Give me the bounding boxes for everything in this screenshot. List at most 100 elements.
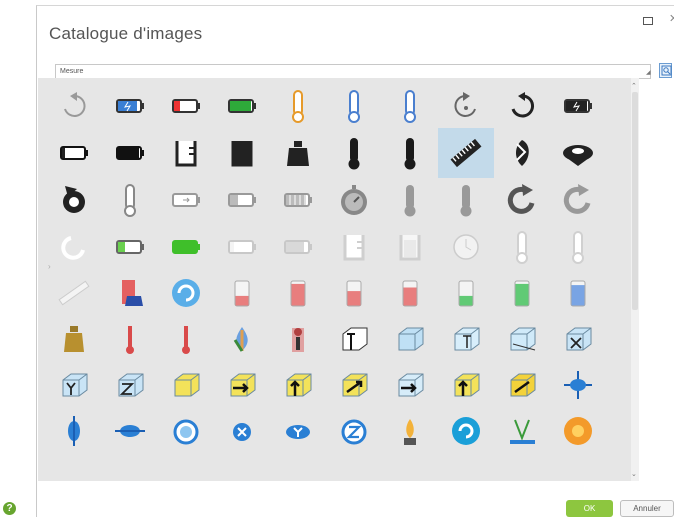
search-icon xyxy=(661,65,672,76)
icon-cell[interactable] xyxy=(326,268,382,318)
icon-cell[interactable] xyxy=(326,360,382,410)
icon-cell[interactable] xyxy=(550,314,606,364)
close-icon[interactable]: ✕ xyxy=(669,12,674,25)
icon-cell[interactable] xyxy=(382,81,438,131)
icon-cell[interactable] xyxy=(46,360,102,410)
icon-cell[interactable] xyxy=(46,175,102,225)
help-button[interactable]: ? xyxy=(3,502,16,515)
icon-cell[interactable] xyxy=(102,314,158,364)
icon-cell[interactable] xyxy=(270,314,326,364)
icon-cell[interactable] xyxy=(46,81,102,131)
icon-cell[interactable] xyxy=(494,128,550,178)
glass-red-full-icon xyxy=(290,280,306,307)
icon-cell[interactable] xyxy=(382,406,438,456)
icon-cell[interactable] xyxy=(270,175,326,225)
icon-cell[interactable] xyxy=(158,128,214,178)
lamp-icon xyxy=(404,419,416,445)
icon-cell[interactable] xyxy=(102,81,158,131)
icon-cell[interactable] xyxy=(102,406,158,456)
category-dropdown[interactable]: Mesure ◢ xyxy=(55,64,651,79)
icon-cell[interactable] xyxy=(550,175,606,225)
icon-cell[interactable] xyxy=(494,268,550,318)
icon-cell[interactable] xyxy=(494,222,550,272)
scrollbar-thumb[interactable] xyxy=(632,92,638,310)
icon-cell[interactable] xyxy=(214,314,270,364)
icon-cell[interactable] xyxy=(46,314,102,364)
icon-cell[interactable] xyxy=(438,175,494,225)
icon-cell[interactable] xyxy=(158,314,214,364)
icon-cell[interactable] xyxy=(102,128,158,178)
icon-cell[interactable] xyxy=(382,268,438,318)
icon-cell[interactable] xyxy=(438,128,494,178)
icon-cell[interactable] xyxy=(382,314,438,364)
icon-cell[interactable] xyxy=(326,175,382,225)
icon-cell[interactable] xyxy=(158,175,214,225)
icon-cell[interactable] xyxy=(270,360,326,410)
search-image-button[interactable] xyxy=(659,63,672,78)
icon-cell[interactable] xyxy=(382,175,438,225)
icon-cell[interactable] xyxy=(46,222,102,272)
icon-cell[interactable] xyxy=(494,314,550,364)
thermometer-black-icon xyxy=(348,138,360,170)
icon-cell[interactable] xyxy=(158,81,214,131)
cancel-button[interactable]: Annuler xyxy=(620,500,674,517)
icon-cell[interactable] xyxy=(438,360,494,410)
icon-cell[interactable] xyxy=(214,128,270,178)
rotate-y-icon xyxy=(286,425,310,439)
glass-red-low-icon xyxy=(234,280,250,307)
icon-cell[interactable] xyxy=(270,81,326,131)
icon-cell[interactable] xyxy=(438,314,494,364)
icon-cell[interactable] xyxy=(214,222,270,272)
scroll-up-icon[interactable]: ⌃ xyxy=(631,82,637,90)
icon-cell[interactable] xyxy=(158,268,214,318)
icon-cell[interactable] xyxy=(438,81,494,131)
icon-cell[interactable] xyxy=(494,360,550,410)
icon-cell[interactable] xyxy=(158,360,214,410)
icon-cell[interactable] xyxy=(270,268,326,318)
icon-cell[interactable] xyxy=(326,222,382,272)
icon-cell[interactable] xyxy=(214,81,270,131)
icon-cell[interactable] xyxy=(270,222,326,272)
icon-cell[interactable] xyxy=(494,406,550,456)
icon-cell[interactable] xyxy=(214,360,270,410)
icon-cell[interactable] xyxy=(494,175,550,225)
icon-cell[interactable] xyxy=(326,314,382,364)
ok-button[interactable]: OK xyxy=(566,500,613,517)
icon-cell[interactable] xyxy=(326,81,382,131)
icon-cell[interactable] xyxy=(438,406,494,456)
dialog-title: Catalogue d'images xyxy=(49,24,203,43)
icon-cell[interactable] xyxy=(46,406,102,456)
icon-cell[interactable] xyxy=(550,406,606,456)
icon-cell[interactable] xyxy=(214,268,270,318)
icon-cell[interactable] xyxy=(102,175,158,225)
icon-cell[interactable] xyxy=(46,268,102,318)
icon-cell[interactable] xyxy=(270,128,326,178)
icon-cell[interactable] xyxy=(550,128,606,178)
icon-cell[interactable] xyxy=(382,128,438,178)
icon-cell[interactable] xyxy=(102,360,158,410)
icon-cell[interactable] xyxy=(382,360,438,410)
axis-rotate-blue-icon xyxy=(564,371,592,399)
icon-cell[interactable] xyxy=(550,222,606,272)
expand-left-icon[interactable]: › xyxy=(48,262,51,271)
icon-cell[interactable] xyxy=(550,268,606,318)
icon-cell[interactable] xyxy=(550,81,606,131)
icon-cell[interactable] xyxy=(46,128,102,178)
icon-cell[interactable] xyxy=(102,268,158,318)
icon-cell[interactable] xyxy=(158,406,214,456)
maximize-button[interactable] xyxy=(643,17,653,25)
icon-cell[interactable] xyxy=(326,128,382,178)
icon-cell[interactable] xyxy=(438,268,494,318)
icon-cell[interactable] xyxy=(326,406,382,456)
icon-cell[interactable] xyxy=(158,222,214,272)
icon-cell[interactable] xyxy=(382,222,438,272)
icon-cell[interactable] xyxy=(214,406,270,456)
icon-cell[interactable] xyxy=(550,360,606,410)
scroll-down-icon[interactable]: ⌄ xyxy=(631,470,637,478)
icon-cell[interactable] xyxy=(214,175,270,225)
battery-full-icon xyxy=(228,99,256,113)
icon-cell[interactable] xyxy=(438,222,494,272)
icon-cell[interactable] xyxy=(102,222,158,272)
icon-cell[interactable] xyxy=(270,406,326,456)
icon-cell[interactable] xyxy=(494,81,550,131)
